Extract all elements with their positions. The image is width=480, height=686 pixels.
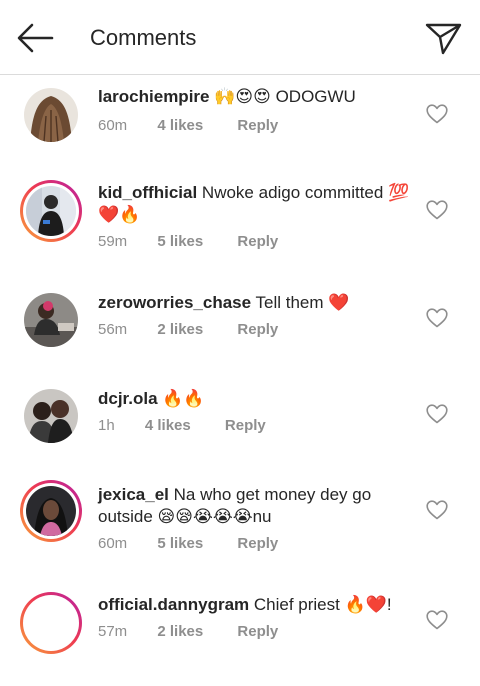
- comment-username[interactable]: official.dannygram: [98, 595, 249, 614]
- avatar-image: [26, 186, 76, 236]
- avatar[interactable]: [24, 293, 78, 347]
- avatar[interactable]: [20, 592, 82, 654]
- comment-username[interactable]: kid_offhicial: [98, 183, 197, 202]
- comment-text: official.dannygram Chief priest 🔥❤️!: [98, 594, 416, 616]
- comment-username[interactable]: zeroworries_chase: [98, 293, 251, 312]
- like-heart-icon[interactable]: [426, 404, 448, 424]
- page-title: Comments: [90, 25, 197, 50]
- comment-likes[interactable]: 5 likes: [157, 233, 203, 250]
- comment-text: larochiempire 🙌😍😍 ODOGWU: [98, 86, 416, 108]
- avatar-image: [24, 389, 78, 443]
- comment-likes[interactable]: 2 likes: [157, 623, 203, 640]
- comment-body: Tell them ❤️: [255, 293, 350, 312]
- comment-likes[interactable]: 4 likes: [157, 117, 203, 134]
- reply-button[interactable]: Reply: [237, 233, 278, 250]
- comment-meta: 60m 5 likes Reply: [98, 535, 278, 552]
- comment-meta: 1h 4 likes Reply: [98, 417, 266, 434]
- reply-button[interactable]: Reply: [237, 117, 278, 134]
- comment-text: kid_offhicial Nwoke adigo committed 💯❤️🔥: [98, 182, 416, 226]
- avatar[interactable]: [20, 480, 82, 542]
- like-heart-icon[interactable]: [426, 500, 448, 520]
- comment-item: kid_offhicial Nwoke adigo committed 💯❤️🔥…: [0, 170, 480, 282]
- avatar-image: [24, 293, 78, 347]
- top-bar: Comments: [0, 0, 480, 75]
- comment-text: jexica_el Na who get money dey go outsid…: [98, 484, 416, 528]
- like-heart-icon[interactable]: [426, 200, 448, 220]
- avatar-image: [24, 88, 78, 142]
- reply-button[interactable]: Reply: [237, 535, 278, 552]
- comment-time: 59m: [98, 233, 128, 250]
- comment-likes[interactable]: 4 likes: [145, 417, 191, 434]
- comment-time: 57m: [98, 623, 128, 640]
- direct-message-icon[interactable]: [424, 20, 464, 56]
- comment-username[interactable]: dcjr.ola: [98, 389, 158, 408]
- like-heart-icon[interactable]: [426, 104, 448, 124]
- comment-username[interactable]: jexica_el: [98, 485, 169, 504]
- comment-time: 56m: [98, 321, 128, 338]
- comment-meta: 56m 2 likes Reply: [98, 321, 278, 338]
- comment-time: 60m: [98, 535, 128, 552]
- comment-item: jexica_el Na who get money dey go outsid…: [0, 474, 480, 586]
- comment-time: 60m: [98, 117, 128, 134]
- comment-likes[interactable]: 2 likes: [157, 321, 203, 338]
- comment-body: Chief priest 🔥❤️!: [253, 595, 392, 614]
- comment-item: dcjr.ola 🔥🔥 1h 4 likes Reply: [0, 378, 480, 474]
- avatar-image: [26, 486, 76, 536]
- comment-meta: 59m 5 likes Reply: [98, 233, 278, 250]
- avatar[interactable]: [24, 88, 78, 142]
- back-arrow-icon[interactable]: [14, 20, 56, 56]
- reply-button[interactable]: Reply: [225, 417, 266, 434]
- like-heart-icon[interactable]: [426, 308, 448, 328]
- comment-item: official.dannygram Chief priest 🔥❤️! 57m…: [0, 586, 480, 686]
- comment-time: 1h: [98, 417, 115, 434]
- comment-body: 🙌😍😍 ODOGWU: [214, 87, 356, 106]
- comment-text: dcjr.ola 🔥🔥: [98, 388, 416, 410]
- comment-text: zeroworries_chase Tell them ❤️: [98, 292, 416, 314]
- like-heart-icon[interactable]: [426, 610, 448, 630]
- comment-meta: 60m 4 likes Reply: [98, 117, 278, 134]
- comment-meta: 57m 2 likes Reply: [98, 623, 278, 640]
- comment-body: 🔥🔥: [162, 389, 205, 408]
- avatar[interactable]: [24, 389, 78, 443]
- avatar[interactable]: [20, 180, 82, 242]
- comment-item: larochiempire 🙌😍😍 ODOGWU 60m 4 likes Rep…: [0, 78, 480, 170]
- comment-username[interactable]: larochiempire: [98, 87, 210, 106]
- reply-button[interactable]: Reply: [237, 623, 278, 640]
- avatar-image: [26, 598, 76, 648]
- comment-likes[interactable]: 5 likes: [157, 535, 203, 552]
- reply-button[interactable]: Reply: [237, 321, 278, 338]
- comment-item: zeroworries_chase Tell them ❤️ 56m 2 lik…: [0, 282, 480, 378]
